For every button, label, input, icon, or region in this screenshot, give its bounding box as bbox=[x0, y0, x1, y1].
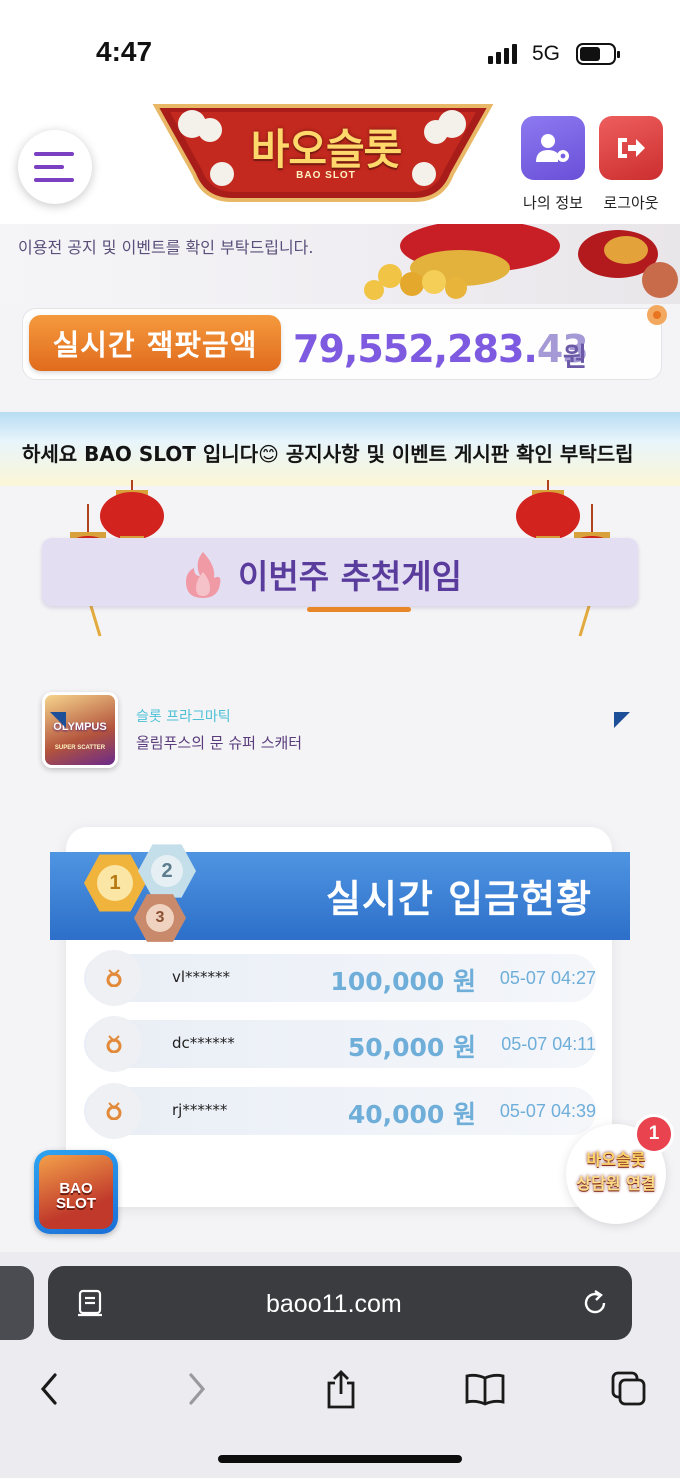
deposit-title: 실시간 입금현황 bbox=[326, 877, 592, 921]
marquee-text: 하세요 BAO SLOT 입니다😊 공지사항 및 이벤트 게시판 확인 부탁드립 bbox=[22, 442, 634, 466]
my-info-label: 나의 정보 bbox=[523, 194, 583, 212]
tabs-button[interactable] bbox=[604, 1364, 654, 1414]
share-button[interactable] bbox=[316, 1364, 366, 1414]
game-name[interactable]: 올림푸스의 문 슈퍼 스캐터 bbox=[136, 732, 302, 753]
notice-banner[interactable]: 이용전 공지 및 이벤트를 확인 부탁드립니다. bbox=[0, 224, 680, 304]
floating-logo-button[interactable]: BAO SLOT bbox=[34, 1150, 118, 1234]
recommend-underline bbox=[307, 607, 411, 612]
signal-icon bbox=[488, 44, 517, 64]
medal-small-icon bbox=[86, 1083, 142, 1139]
home-indicator bbox=[218, 1455, 462, 1463]
logo-title: 바오슬롯 bbox=[250, 125, 403, 174]
logout-button[interactable] bbox=[599, 116, 663, 180]
medal-small-icon bbox=[86, 1016, 142, 1072]
flower-icon bbox=[647, 305, 667, 325]
reload-icon[interactable] bbox=[580, 1288, 610, 1318]
status-time: 4:47 bbox=[96, 36, 153, 67]
notification-badge: 1 bbox=[634, 1114, 674, 1154]
hamburger-menu-button[interactable] bbox=[18, 130, 92, 204]
notice-text: 이용전 공지 및 이벤트를 확인 부탁드립니다. bbox=[18, 238, 314, 257]
consult-label: 상담원 연결 bbox=[576, 1174, 656, 1193]
chevron-left-icon bbox=[40, 1373, 57, 1405]
network-type: 5G bbox=[532, 42, 561, 65]
deposit-user: rj****** bbox=[172, 1101, 228, 1119]
forward-button[interactable] bbox=[172, 1364, 222, 1414]
deposit-user: vl****** bbox=[172, 968, 231, 986]
address-bar[interactable]: baoo11.com bbox=[48, 1266, 632, 1340]
battery-icon bbox=[576, 43, 620, 65]
recommend-title: 이번주 추천게임 bbox=[238, 557, 463, 596]
deposit-user: dc****** bbox=[172, 1034, 235, 1052]
browser-toolbar bbox=[0, 1348, 680, 1478]
deposit-amount: 40,000 원 bbox=[347, 1100, 476, 1129]
deposit-amount: 100,000 원 bbox=[330, 967, 476, 996]
jackpot-unit: 원 bbox=[563, 343, 587, 373]
status-bar: 4:47 5G bbox=[0, 0, 680, 100]
deposit-date: 05-07 04:39 bbox=[499, 1101, 596, 1121]
float-logo-text: BAO SLOT bbox=[56, 1180, 96, 1212]
marquee-banner: 하세요 BAO SLOT 입니다😊 공지사항 및 이벤트 게시판 확인 부탁드립 bbox=[0, 412, 680, 486]
tabs-icon bbox=[611, 1371, 646, 1406]
medal-small-icon bbox=[86, 950, 142, 1006]
game-thumb-title: OLYMPUS bbox=[53, 721, 107, 733]
jackpot-value: 79,552,283.43 bbox=[293, 327, 589, 371]
jackpot-amount: 79,552,283. bbox=[293, 327, 538, 371]
game-item[interactable]: OLYMPUS SUPER SCATTER 슬롯 프라그마틱 올림푸스의 문 슈… bbox=[42, 692, 342, 772]
deposit-row: dc****** 50,000 원 05-07 04:11 bbox=[84, 1016, 596, 1072]
my-info-button[interactable] bbox=[521, 116, 585, 180]
bookmarks-button[interactable] bbox=[460, 1364, 510, 1414]
back-button[interactable] bbox=[24, 1364, 74, 1414]
deposit-row: rj****** 40,000 원 05-07 04:39 bbox=[84, 1083, 596, 1139]
user-settings-icon bbox=[536, 134, 569, 162]
reader-icon[interactable] bbox=[76, 1288, 106, 1318]
deposit-date: 05-07 04:11 bbox=[501, 1034, 596, 1054]
gold-coins-decoration bbox=[364, 224, 678, 300]
share-icon bbox=[327, 1370, 355, 1409]
deposit-row: vl****** 100,000 원 05-07 04:27 bbox=[84, 950, 596, 1006]
game-thumb-subtitle: SUPER SCATTER bbox=[54, 745, 106, 751]
logout-label: 로그아웃 bbox=[603, 194, 659, 212]
book-icon bbox=[465, 1373, 505, 1406]
previous-tab-preview[interactable] bbox=[0, 1266, 34, 1340]
game-provider: 슬롯 프라그마틱 bbox=[136, 709, 231, 725]
logout-icon bbox=[618, 138, 645, 158]
browser-address-area: baoo11.com bbox=[0, 1252, 680, 1348]
fire-icon bbox=[186, 552, 221, 598]
url-text: baoo11.com bbox=[266, 1290, 402, 1318]
game-thumbnail[interactable]: OLYMPUS SUPER SCATTER bbox=[42, 692, 118, 768]
deposit-date: 05-07 04:27 bbox=[499, 968, 596, 988]
chevron-right-icon bbox=[189, 1373, 206, 1405]
deposit-amount: 50,000 원 bbox=[347, 1033, 476, 1062]
logo-subtitle: BAO SLOT bbox=[296, 170, 356, 181]
jackpot-box: 실시간 잭팟금액 79,552,283.43 원 bbox=[22, 308, 662, 380]
jackpot-label: 실시간 잭팟금액 bbox=[29, 315, 281, 371]
